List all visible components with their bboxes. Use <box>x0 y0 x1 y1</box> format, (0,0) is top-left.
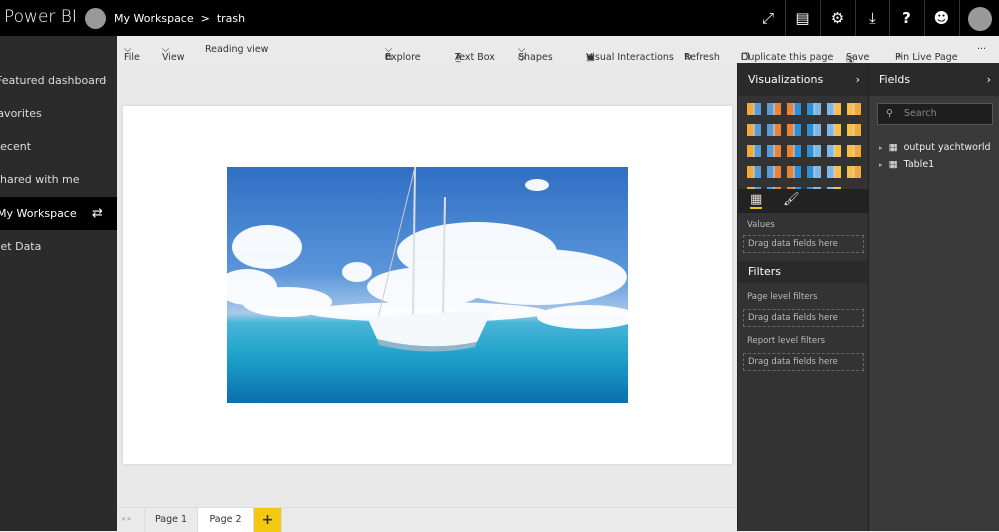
report-level-filters-label: Report level filters <box>747 336 825 346</box>
search-icon: ⚲ <box>886 108 893 119</box>
visual-type-icon[interactable] <box>827 124 841 136</box>
visual-type-icon[interactable] <box>787 145 801 157</box>
expand-icon: ▸ <box>879 161 883 169</box>
visual-type-icon[interactable] <box>847 103 861 115</box>
expand-icon: ▸ <box>879 144 883 152</box>
visual-type-icon[interactable] <box>767 166 781 178</box>
collapse-chevron-icon[interactable]: › <box>987 63 991 96</box>
visual-type-icon[interactable] <box>827 103 841 115</box>
visual-type-icon[interactable] <box>827 145 841 157</box>
nav-favorites[interactable]: Favorites <box>0 97 109 130</box>
visual-type-icon[interactable] <box>787 166 801 178</box>
smiley-icon[interactable]: ☻ <box>924 0 958 36</box>
visual-type-icon[interactable] <box>827 166 841 178</box>
nav-get-data[interactable]: Get Data <box>0 230 109 263</box>
visual-type-icon[interactable] <box>747 166 761 178</box>
left-nav: Featured dashboard··· Favorites Recent S… <box>0 36 117 531</box>
page-filters-drop-zone[interactable]: Drag data fields here <box>743 309 864 327</box>
visual-type-icon[interactable] <box>747 124 761 136</box>
nav-label: Featured dashboard <box>0 74 107 87</box>
values-label: Values <box>747 220 775 230</box>
nav-label: My Workspace <box>0 207 77 220</box>
field-table-table1[interactable]: ▸ ▦ Table1 <box>879 159 934 170</box>
app-title[interactable]: Power BI <box>4 7 77 27</box>
report-toolbar: File ⌵ View ⌵ Reading view ⧉ Explore ⌵ A… <box>117 36 999 65</box>
values-drop-zone[interactable]: Drag data fields here <box>743 235 864 253</box>
visual-type-icon[interactable] <box>787 124 801 136</box>
visual-type-icon[interactable] <box>807 145 821 157</box>
visualizations-pane: Visualizations› ··· ▦ 🖌 Values Drag data… <box>737 63 869 531</box>
fields-tab-icon[interactable]: ▦ <box>750 192 763 209</box>
breadcrumb-workspace[interactable]: My Workspace <box>114 12 194 25</box>
field-table-output-yachtworld[interactable]: ▸ ▦ output yachtworld <box>879 142 991 153</box>
visual-type-icon[interactable] <box>847 166 861 178</box>
pane-tabs: ▦ 🖌 <box>738 189 869 213</box>
page-tabs: ◂ ▸ Page 1 Page 2 + <box>117 507 737 532</box>
report-canvas <box>117 63 737 507</box>
report-page[interactable] <box>123 106 732 464</box>
table-icon: ▦ <box>888 159 898 170</box>
visual-type-icon[interactable] <box>767 103 781 115</box>
user-avatar-icon[interactable] <box>959 0 999 36</box>
visual-type-icon[interactable] <box>767 124 781 136</box>
shapes-menu[interactable]: ◇ Shapes ⌵ <box>518 44 553 63</box>
reading-view-button[interactable]: Reading view <box>205 44 268 55</box>
visualizations-header: Visualizations › <box>738 63 868 96</box>
visual-type-icon[interactable] <box>847 145 861 157</box>
visual-type-icon[interactable] <box>767 145 781 157</box>
switch-icon[interactable]: ⇄ <box>92 197 103 230</box>
add-page-button[interactable]: + <box>254 508 282 532</box>
nav-recent[interactable]: Recent <box>0 130 110 163</box>
format-paint-roller-icon[interactable]: 🖌 <box>783 192 800 207</box>
tab-page-1[interactable]: Page 1 <box>144 508 198 532</box>
breadcrumb-report[interactable]: trash <box>217 12 245 25</box>
nav-label: Shared with me <box>0 173 80 186</box>
download-icon[interactable]: ⤓ <box>855 0 889 36</box>
workspace-avatar <box>85 8 106 29</box>
more-icon[interactable]: ··· <box>97 64 108 97</box>
nav-shared-with-me[interactable]: Shared with me <box>0 163 110 196</box>
nav-my-workspace[interactable]: My Workspace ⇄ <box>0 197 117 230</box>
table-icon: ▦ <box>888 142 898 153</box>
fields-pane: Fields › ⚲ Search ▸ ▦ output yachtworld ▸ … <box>868 63 999 531</box>
view-menu[interactable]: View ⌵ <box>162 44 185 63</box>
more-options-button[interactable]: ··· <box>977 44 986 55</box>
nav-label: Favorites <box>0 107 42 120</box>
sailboat-image[interactable] <box>227 167 628 403</box>
sailboat-picture <box>227 167 628 352</box>
visual-type-icon[interactable] <box>807 103 821 115</box>
top-bar: Power BI My Workspace > trash ⤢ ▤ ⚙ ⤓ ? … <box>0 0 999 36</box>
explore-menu[interactable]: ⧉ Explore ⌵ <box>385 44 421 63</box>
tab-scroll-arrows[interactable]: ◂ ▸ <box>121 514 132 523</box>
fullscreen-icon[interactable]: ⤢ <box>751 0 785 36</box>
breadcrumb-separator: > <box>200 12 210 25</box>
nav-label: Get Data <box>0 240 42 253</box>
report-filters-drop-zone[interactable]: Drag data fields here <box>743 353 864 371</box>
tab-page-2[interactable]: Page 2 <box>198 508 254 532</box>
comment-icon[interactable]: ▤ <box>785 0 819 36</box>
collapse-chevron-icon[interactable]: › <box>856 63 860 96</box>
gear-icon[interactable]: ⚙ <box>820 0 854 36</box>
nav-featured-dashboard[interactable]: Featured dashboard ··· <box>0 64 113 97</box>
fields-header: Fields › <box>869 63 999 96</box>
visual-type-icon[interactable] <box>847 124 861 136</box>
visual-type-icon[interactable] <box>787 103 801 115</box>
visual-type-icon[interactable] <box>807 166 821 178</box>
file-menu[interactable]: File ⌵ <box>124 44 140 63</box>
page-level-filters-label: Page level filters <box>747 292 818 302</box>
filters-header: Filters <box>738 261 868 283</box>
fields-search-input[interactable]: ⚲ Search <box>877 103 993 125</box>
breadcrumb: My Workspace > trash <box>114 12 245 25</box>
visual-type-icon[interactable] <box>747 103 761 115</box>
visual-type-icon[interactable] <box>807 124 821 136</box>
visual-type-icon[interactable] <box>747 145 761 157</box>
help-icon[interactable]: ? <box>889 0 923 36</box>
nav-label: Recent <box>0 140 32 153</box>
